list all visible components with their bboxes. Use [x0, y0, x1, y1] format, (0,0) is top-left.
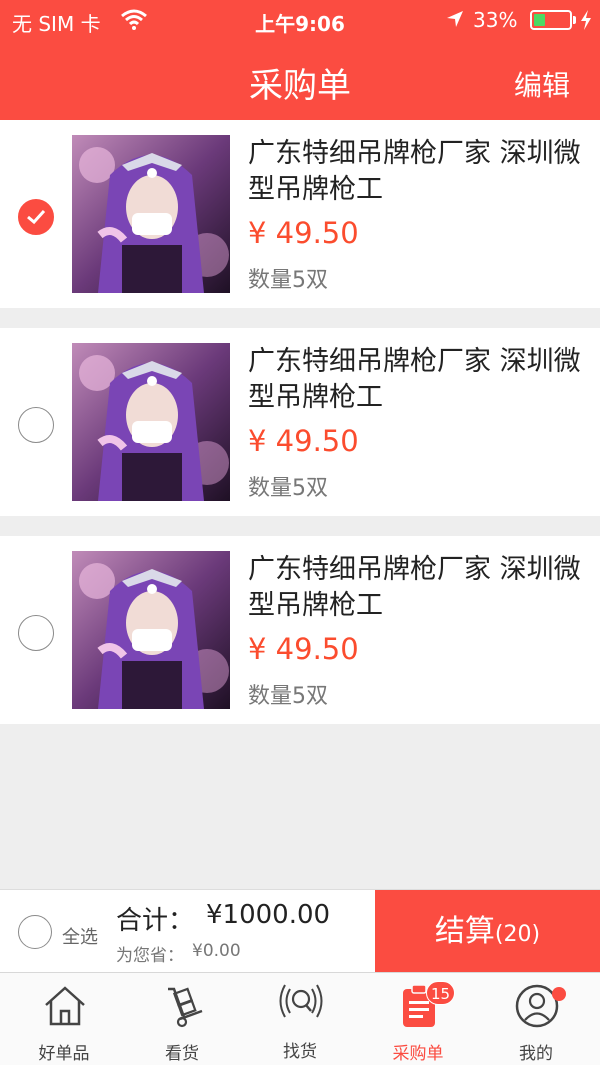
tab-bar: 好单品 看货 找货 15 采购单 我的: [0, 972, 600, 1065]
savings-label: 为您省：: [116, 946, 184, 966]
checkout-label: 结算: [434, 914, 495, 949]
radar-search-icon: [279, 984, 323, 1018]
checkout-count: (20): [494, 922, 541, 947]
product-image[interactable]: [72, 551, 230, 709]
savings-value: ¥0.00: [192, 941, 241, 961]
tab-profile[interactable]: 我的: [476, 973, 596, 1065]
tab-label: 找货: [283, 1042, 317, 1062]
tab-label: 采购单: [392, 1044, 444, 1064]
tab-purchase-order[interactable]: 15 采购单: [358, 973, 478, 1065]
page-title: 采购单: [249, 66, 351, 106]
battery-icon: [530, 10, 572, 30]
cart-item[interactable]: 广东特细吊牌枪厂家 深圳微型吊牌枪工 ¥ 49.50 数量5双: [0, 536, 600, 724]
checkmark-icon: [27, 209, 46, 225]
notification-dot: [552, 987, 566, 1001]
location-arrow-icon: [447, 11, 463, 27]
checkout-bar: 全选 合计： ¥1000.00 为您省： ¥0.00 结算(20): [0, 889, 600, 973]
cart-item[interactable]: 广东特细吊牌枪厂家 深圳微型吊牌枪工 ¥ 49.50 数量5双: [0, 120, 600, 308]
product-quantity: 数量5双: [248, 268, 328, 293]
item-checkbox[interactable]: [18, 615, 54, 651]
select-all-label[interactable]: 全选: [62, 923, 98, 949]
charging-bolt-icon: [581, 10, 591, 30]
product-title[interactable]: 广东特细吊牌枪厂家 深圳微型吊牌枪工: [248, 552, 593, 624]
tab-label: 看货: [165, 1044, 199, 1064]
cart-count-badge: 15: [426, 981, 456, 1005]
product-quantity: 数量5双: [248, 684, 328, 709]
product-price: ¥ 49.50: [248, 632, 359, 666]
select-all-checkbox[interactable]: [18, 915, 52, 949]
product-title[interactable]: 广东特细吊牌枪厂家 深圳微型吊牌枪工: [248, 344, 593, 416]
tab-label: 好单品: [38, 1044, 90, 1064]
tab-label: 我的: [519, 1044, 553, 1064]
total-label: 合计：: [116, 906, 195, 936]
product-title[interactable]: 广东特细吊牌枪厂家 深圳微型吊牌枪工: [248, 136, 593, 208]
tab-browse[interactable]: 看货: [122, 973, 242, 1065]
battery-tip: [573, 16, 576, 24]
total-value: ¥1000.00: [206, 900, 331, 930]
item-checkbox[interactable]: [18, 199, 54, 235]
product-image[interactable]: [72, 135, 230, 293]
tab-find[interactable]: 找货: [240, 973, 360, 1065]
status-bar: 无 SIM 卡 上午9:06 33%: [0, 0, 600, 40]
hand-truck-icon: [168, 987, 203, 1028]
edit-button[interactable]: 编辑: [514, 64, 570, 104]
tab-home[interactable]: 好单品: [4, 973, 124, 1065]
product-quantity: 数量5双: [248, 476, 328, 501]
product-price: ¥ 49.50: [248, 424, 359, 458]
header-bar: 无 SIM 卡 上午9:06 33% 采购单 编辑: [0, 0, 600, 120]
item-checkbox[interactable]: [18, 407, 54, 443]
home-icon: [45, 986, 85, 1026]
battery-percent: 33%: [473, 8, 518, 32]
product-image[interactable]: [72, 343, 230, 501]
product-price: ¥ 49.50: [248, 216, 359, 250]
cart-item[interactable]: 广东特细吊牌枪厂家 深圳微型吊牌枪工 ¥ 49.50 数量5双: [0, 328, 600, 516]
checkout-button[interactable]: 结算(20): [375, 890, 600, 973]
